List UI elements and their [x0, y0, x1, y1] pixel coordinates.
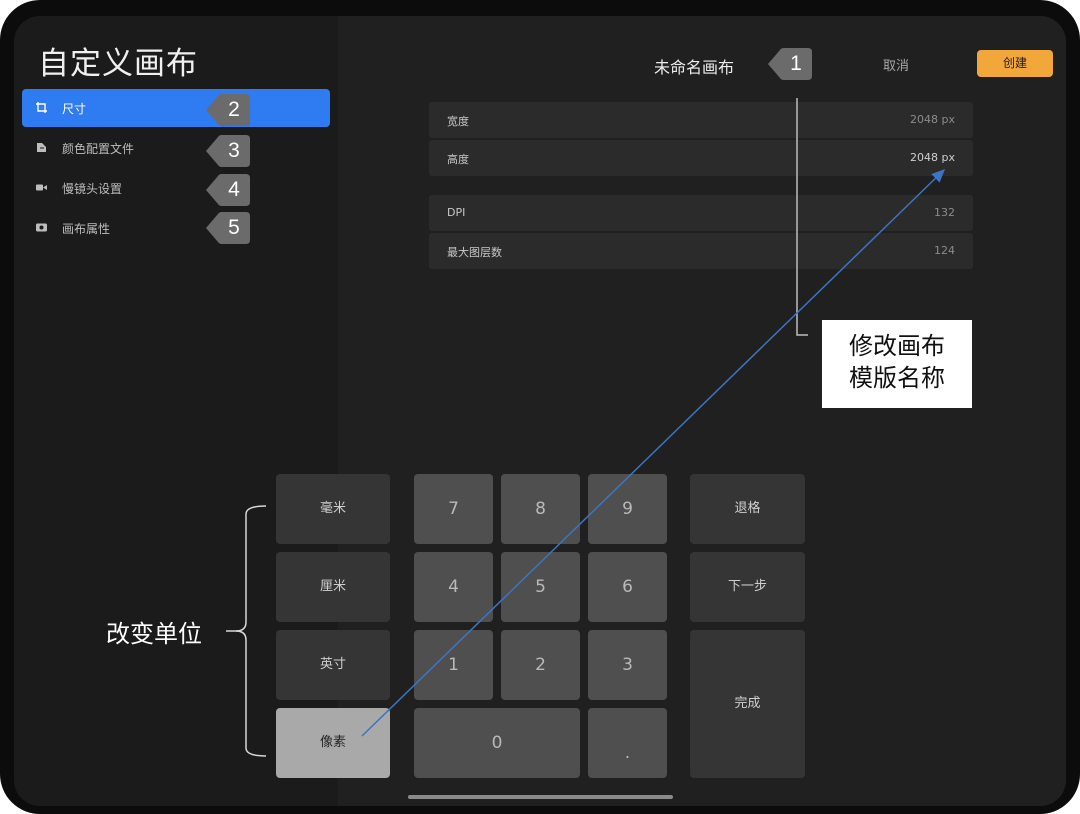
- max-layers-value: 124: [934, 244, 955, 257]
- sidebar-item-label: 画布属性: [62, 222, 111, 236]
- digit-5-key[interactable]: 5: [501, 552, 580, 622]
- callout-line-2: 模版名称: [849, 364, 945, 392]
- callout-box: 修改画布 模版名称: [822, 320, 972, 408]
- unit-inch-key[interactable]: 英寸: [276, 630, 390, 700]
- sidebar-item-canvas-properties[interactable]: 画布属性: [22, 209, 330, 247]
- backspace-key[interactable]: 退格: [690, 474, 805, 544]
- sidebar-item-color-profile[interactable]: 颜色配置文件: [22, 129, 330, 167]
- callout-text: 修改画布 模版名称: [822, 330, 972, 394]
- width-label: 宽度: [447, 115, 469, 128]
- digit-2-key[interactable]: 2: [501, 630, 580, 700]
- units-annotation-label: 改变单位: [106, 620, 202, 648]
- digit-9-key[interactable]: 9: [588, 474, 667, 544]
- height-label: 高度: [447, 153, 469, 166]
- sidebar-title: 自定义画布: [38, 46, 198, 82]
- digit-7-key[interactable]: 7: [414, 474, 493, 544]
- callout-line-1: 修改画布: [849, 332, 945, 360]
- digit-1-key[interactable]: 1: [414, 630, 493, 700]
- width-field[interactable]: 宽度 2048 px: [429, 102, 973, 138]
- home-indicator: [408, 795, 673, 799]
- create-button[interactable]: 创建: [977, 50, 1053, 77]
- sidebar-item-dimensions[interactable]: 尺寸: [22, 89, 330, 127]
- done-key[interactable]: 完成: [690, 630, 805, 778]
- canvas-name-title[interactable]: 未命名画布: [654, 54, 734, 78]
- unit-mm-key[interactable]: 毫米: [276, 474, 390, 544]
- sidebar-item-time-lapse[interactable]: 慢镜头设置: [22, 169, 330, 207]
- max-layers-label: 最大图层数: [447, 246, 502, 259]
- max-layers-field[interactable]: 最大图层数 124: [429, 233, 973, 269]
- digit-4-key[interactable]: 4: [414, 552, 493, 622]
- annotation-badge-4: 4: [206, 174, 250, 206]
- app-screen: 自定义画布 尺寸 颜色配置文件 慢镜头设置 画布属性 未命名画布 取消 创建 宽…: [14, 16, 1066, 806]
- width-value: 2048 px: [910, 113, 955, 126]
- annotation-badge-1: 1: [768, 48, 812, 80]
- dpi-field[interactable]: DPI 132: [429, 195, 973, 231]
- digit-8-key[interactable]: 8: [501, 474, 580, 544]
- badge-number: 2: [228, 98, 240, 121]
- badge-number: 4: [228, 178, 240, 201]
- crop-icon: [36, 102, 47, 113]
- digit-3-key[interactable]: 3: [588, 630, 667, 700]
- color-profile-icon: [37, 143, 46, 152]
- annotation-badge-5: 5: [206, 212, 250, 244]
- annotation-badge-3: 3: [206, 135, 250, 167]
- annotation-badge-2: 2: [206, 94, 250, 126]
- badge-number: 5: [228, 216, 240, 239]
- sidebar-item-label: 慢镜头设置: [62, 182, 123, 196]
- dpi-value: 132: [934, 206, 955, 219]
- canvas-properties-icon: [36, 223, 47, 232]
- digit-6-key[interactable]: 6: [588, 552, 667, 622]
- sidebar-item-label: 颜色配置文件: [62, 142, 135, 156]
- badge-number: 3: [228, 139, 240, 162]
- decimal-point-key[interactable]: .: [588, 708, 667, 778]
- digit-0-key[interactable]: 0: [414, 708, 580, 778]
- height-field[interactable]: 高度 2048 px: [429, 140, 973, 176]
- dpi-label: DPI: [447, 206, 466, 219]
- next-key[interactable]: 下一步: [690, 552, 805, 622]
- video-camera-icon: [36, 184, 47, 191]
- badge-number: 1: [790, 52, 802, 75]
- unit-pixel-key[interactable]: 像素: [276, 708, 390, 778]
- sidebar-item-label: 尺寸: [62, 102, 87, 116]
- unit-cm-key[interactable]: 厘米: [276, 552, 390, 622]
- cancel-button[interactable]: 取消: [883, 55, 909, 74]
- height-value: 2048 px: [910, 151, 955, 164]
